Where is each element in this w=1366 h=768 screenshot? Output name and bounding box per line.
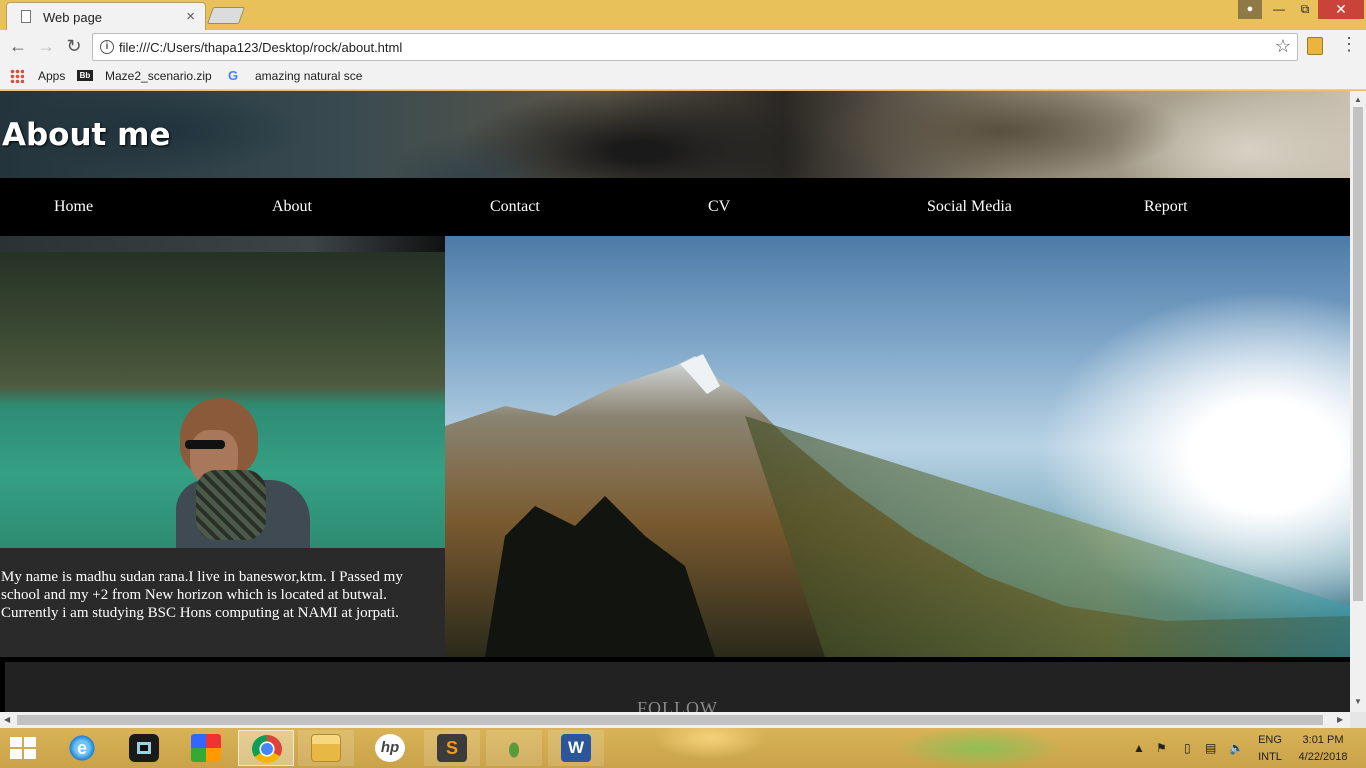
language-code[interactable]: ENG — [1256, 734, 1284, 746]
browser-tab[interactable]: Web page × — [6, 2, 206, 30]
media-player-icon[interactable] — [116, 730, 172, 766]
folder-glyph — [311, 734, 341, 762]
clock-time[interactable]: 3:01 PM — [1292, 734, 1354, 746]
extension-icon[interactable] — [1307, 37, 1323, 55]
paint-icon[interactable] — [178, 730, 234, 766]
keyboard-layout[interactable]: INTL — [1256, 751, 1284, 763]
nav-link-contact[interactable]: Contact — [490, 198, 540, 216]
nav-link-home[interactable]: Home — [54, 198, 93, 216]
battery-icon[interactable]: ▯ — [1184, 741, 1191, 755]
user-profile-icon[interactable]: ● — [1238, 0, 1262, 19]
action-center-flag-icon[interactable]: ⚑ — [1156, 741, 1167, 755]
scroll-right-icon[interactable]: ▶ — [1337, 715, 1343, 724]
blackboard-icon: Bb — [77, 70, 93, 81]
network-icon[interactable]: ▤ — [1205, 741, 1216, 755]
vertical-scrollbar[interactable]: ▲ ▼ — [1350, 91, 1366, 712]
bio-text: My name is madhu sudan rana.I live in ba… — [1, 569, 403, 621]
hp-glyph: hp — [375, 734, 405, 762]
bookmark-apps[interactable]: Apps — [38, 69, 65, 83]
bookmarks-bar: Apps Bb Maze2_scenario.zip G amazing nat… — [0, 63, 1366, 90]
start-icon[interactable] — [10, 737, 38, 761]
media-glyph — [129, 734, 159, 762]
word-icon[interactable]: W — [548, 730, 604, 766]
apps-grid-icon[interactable] — [10, 69, 24, 83]
hp-icon[interactable]: hp — [362, 730, 418, 766]
page-title: About me — [2, 117, 171, 153]
menu-dots-icon[interactable]: ⋮ — [1340, 34, 1358, 55]
window-titlebar: Web page × ● — ⧉ ✕ — [0, 0, 1366, 30]
back-arrow-icon[interactable]: ← — [7, 36, 29, 57]
footer: FOLLOW — [5, 662, 1350, 712]
internet-explorer-icon[interactable]: e — [54, 730, 110, 766]
paint-glyph — [191, 734, 221, 762]
clock-date[interactable]: 4/22/2018 — [1292, 751, 1354, 763]
nav-link-report[interactable]: Report — [1144, 198, 1188, 216]
scroll-down-icon[interactable]: ▼ — [1354, 697, 1362, 706]
horizontal-scroll-thumb[interactable] — [17, 715, 1323, 725]
bio-section: My name is madhu sudan rana.I live in ba… — [0, 548, 445, 657]
horizontal-scrollbar[interactable]: ◀ ▶ — [0, 712, 1350, 728]
chrome-glyph — [252, 735, 282, 763]
banner-strip — [0, 236, 445, 252]
bookmark-amazing-natural[interactable]: amazing natural sce — [255, 69, 365, 83]
page-icon — [21, 10, 31, 23]
show-hidden-icons-icon[interactable]: ▲ — [1133, 741, 1145, 755]
close-window-button[interactable]: ✕ — [1318, 0, 1364, 19]
url-text[interactable]: file:///C:/Users/thapa123/Desktop/rock/a… — [119, 40, 402, 55]
nav-link-about[interactable]: About — [272, 198, 312, 216]
info-icon[interactable]: i — [100, 40, 114, 54]
site-navigation: Home About Contact CV Social Media Repor… — [0, 178, 1350, 236]
tab-title: Web page — [43, 10, 103, 25]
minimize-button[interactable]: — — [1266, 0, 1292, 19]
scarf — [196, 470, 266, 540]
sublime-glyph: S — [437, 734, 467, 762]
sublime-text-icon[interactable]: S — [424, 730, 480, 766]
file-explorer-icon[interactable] — [298, 730, 354, 766]
reload-icon[interactable]: ↻ — [63, 36, 85, 57]
footprint-glyph — [499, 734, 529, 762]
vertical-scroll-thumb[interactable] — [1353, 107, 1363, 601]
page-viewport: About me Home About Contact CV Social Me… — [0, 91, 1350, 712]
mountain-hero-image — [445, 236, 1350, 657]
chrome-icon[interactable] — [238, 730, 294, 766]
forward-arrow-icon[interactable]: → — [35, 36, 57, 57]
footprint-icon[interactable] — [486, 730, 542, 766]
windows-taskbar: e hp S W ▲ ⚑ ▯ ▤ 🔈 ENG INTL 3:01 PM 4/22… — [0, 728, 1366, 768]
scroll-left-icon[interactable]: ◀ — [4, 715, 10, 724]
maximize-button[interactable]: ⧉ — [1292, 0, 1318, 19]
nav-link-social-media[interactable]: Social Media — [927, 198, 1012, 216]
address-bar[interactable]: i file:///C:/Users/thapa123/Desktop/rock… — [92, 33, 1298, 61]
browser-toolbar: ← → ↻ i file:///C:/Users/thapa123/Deskto… — [0, 30, 1366, 63]
ie-glyph: e — [67, 734, 97, 762]
mountain-illustration — [445, 354, 1350, 657]
scroll-up-icon[interactable]: ▲ — [1354, 95, 1362, 104]
profile-photo — [0, 252, 445, 550]
sunglasses — [185, 440, 225, 449]
scrollbar-corner — [1350, 712, 1366, 728]
taskbar-wallpaper — [650, 728, 1150, 768]
word-glyph: W — [561, 734, 591, 762]
new-tab-button[interactable] — [206, 7, 246, 24]
bookmark-maze2[interactable]: Maze2_scenario.zip — [105, 69, 212, 83]
nav-link-cv[interactable]: CV — [708, 198, 730, 216]
volume-icon[interactable]: 🔈 — [1229, 741, 1244, 755]
header-banner: About me Home About Contact CV Social Me… — [0, 91, 1350, 237]
bookmark-star-icon[interactable]: ☆ — [1275, 36, 1291, 57]
tab-close-icon[interactable]: × — [186, 8, 195, 25]
footer-heading: FOLLOW — [637, 698, 718, 712]
google-icon: G — [228, 68, 239, 83]
